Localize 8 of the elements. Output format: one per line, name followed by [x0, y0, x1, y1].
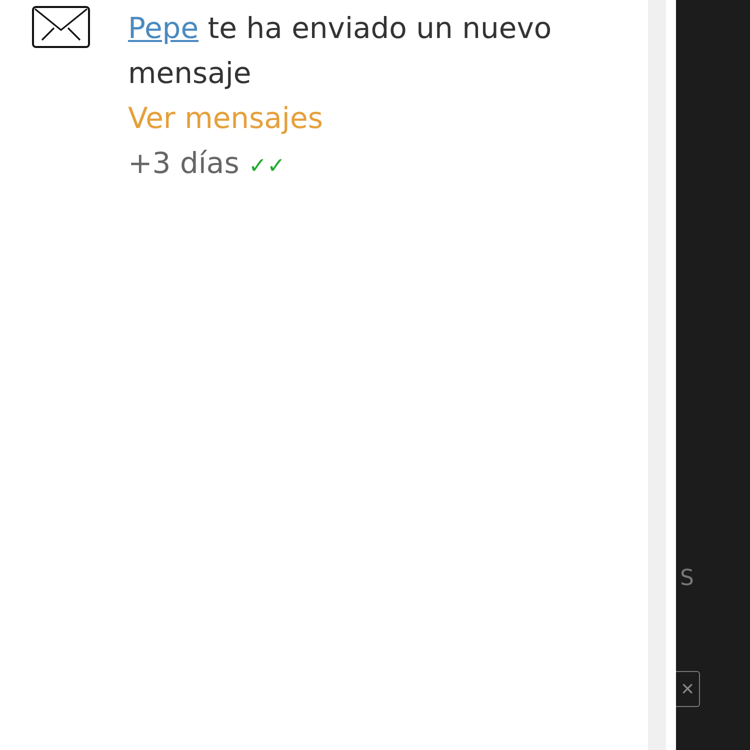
notification-message: Pepe te ha enviado un nuevo mensaje: [128, 10, 553, 92]
panel-text: S: [680, 566, 694, 591]
read-receipt-icon: ✓✓: [248, 154, 286, 179]
notification-time: +3 días ✓✓: [128, 145, 286, 182]
sender-link[interactable]: Pepe: [128, 11, 199, 45]
close-button[interactable]: ×: [676, 671, 700, 707]
envelope-icon: [32, 6, 90, 48]
view-messages-link[interactable]: Ver mensajes: [128, 96, 323, 141]
